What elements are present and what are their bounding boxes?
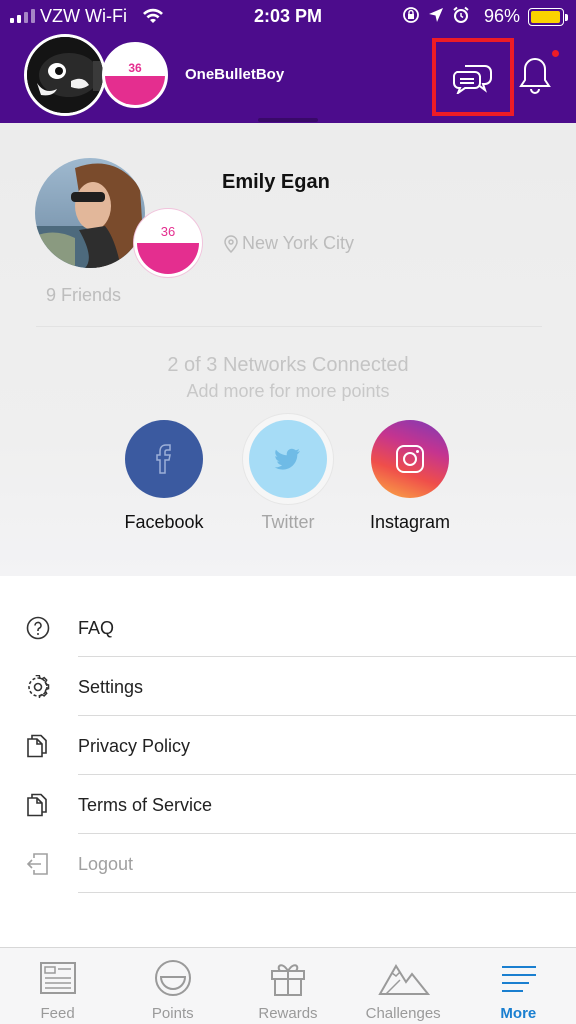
- network-facebook[interactable]: Facebook: [104, 420, 224, 533]
- menu-divider: [78, 892, 576, 893]
- menu-item-label: FAQ: [78, 618, 115, 638]
- tab-label: More: [500, 1005, 537, 1022]
- rotation-lock-icon: [403, 7, 419, 23]
- tab-label: Rewards: [258, 1005, 318, 1022]
- networks-subtitle: Add more for more points: [186, 381, 390, 401]
- network-instagram[interactable]: Instagram: [350, 420, 470, 533]
- menu-item-terms-of-service[interactable]: Terms of Service: [0, 775, 576, 834]
- header-level-number: 36: [128, 61, 142, 75]
- instagram-label: Instagram: [369, 512, 451, 532]
- chat-button[interactable]: [432, 38, 514, 116]
- gear-icon: [28, 675, 50, 699]
- menu-item-label: Privacy Policy: [78, 736, 191, 756]
- header-username[interactable]: OneBulletBoy: [185, 66, 284, 83]
- location-text: New York City: [242, 233, 355, 253]
- tab-feed[interactable]: Feed: [0, 948, 115, 1024]
- menu-item-label: Terms of Service: [78, 795, 213, 815]
- tab-label: Challenges: [365, 1005, 441, 1022]
- user-avatar[interactable]: [24, 34, 106, 116]
- question-circle-icon: [26, 616, 50, 640]
- twitter-button[interactable]: [249, 420, 327, 498]
- notification-dot: [552, 50, 559, 57]
- instagram-icon: [396, 445, 424, 473]
- facebook-icon: [156, 444, 171, 474]
- profile-level-badge: 36: [134, 209, 202, 277]
- tab-rewards[interactable]: Rewards: [230, 948, 345, 1024]
- profile-location: New York City: [224, 233, 354, 254]
- mountain-icon: [377, 964, 430, 995]
- tab-points[interactable]: Points: [115, 948, 230, 1024]
- logout-icon: [26, 853, 48, 875]
- instagram-button[interactable]: [371, 420, 449, 498]
- battery-percent: 96%: [484, 6, 521, 26]
- tab-label: Points: [151, 1005, 194, 1022]
- chat-bubbles-icon: [453, 65, 492, 94]
- bullet-character-icon: [27, 37, 103, 113]
- app-screen: VZW Wi-Fi 2:03 PM 96% 36 OneBulletBoy 36…: [0, 0, 576, 1024]
- profile-photo: [35, 158, 145, 268]
- network-twitter[interactable]: Twitter: [228, 420, 348, 533]
- menu-item-label: Settings: [78, 677, 144, 697]
- profile-avatar[interactable]: [35, 158, 145, 268]
- tab-more[interactable]: More: [461, 948, 576, 1024]
- top-header: VZW Wi-Fi 2:03 PM 96% 36 OneBulletBoy: [0, 0, 576, 123]
- points-icon: [155, 960, 192, 996]
- battery-icon: [528, 8, 568, 26]
- profile-card: 36 Emily Egan New York City 9 Friends 2 …: [0, 123, 576, 576]
- menu-item-privacy-policy[interactable]: Privacy Policy: [0, 716, 576, 775]
- profile-name: Emily Egan: [222, 171, 330, 193]
- header-level-badge: 36: [102, 42, 168, 108]
- friends-count[interactable]: 9 Friends: [46, 285, 121, 306]
- menu-item-logout[interactable]: Logout: [0, 834, 576, 893]
- profile-divider: [36, 326, 542, 327]
- tab-label: Feed: [40, 1005, 75, 1022]
- header-drag-handle: [258, 118, 318, 122]
- facebook-button[interactable]: [125, 420, 203, 498]
- document-icon: [27, 734, 47, 758]
- feed-icon: [40, 962, 76, 994]
- alarm-icon: [453, 6, 469, 23]
- menu-item-faq[interactable]: FAQ: [0, 598, 576, 657]
- tab-bar: Feed Points Rewards Challenges More: [0, 947, 576, 1024]
- twitter-icon: [274, 448, 300, 470]
- facebook-label: Facebook: [124, 512, 204, 532]
- location-pin-icon: [224, 234, 238, 253]
- profile-level-number: 36: [160, 224, 176, 239]
- gift-icon: [271, 964, 306, 996]
- notifications-button[interactable]: [518, 56, 552, 94]
- status-bar: VZW Wi-Fi 2:03 PM 96%: [0, 0, 576, 34]
- menu-item-settings[interactable]: Settings: [0, 657, 576, 716]
- more-menu: FAQ Settings Privacy Policy Terms of Ser…: [0, 598, 576, 893]
- document-icon: [27, 793, 47, 817]
- twitter-label: Twitter: [261, 512, 315, 532]
- menu-item-label: Logout: [78, 854, 134, 874]
- menu-lines-icon: [501, 966, 536, 992]
- status-icons: [402, 6, 470, 24]
- location-arrow-icon: [429, 8, 443, 22]
- networks-title: 2 of 3 Networks Connected: [167, 354, 409, 376]
- bell-icon: [519, 57, 551, 94]
- tab-challenges[interactable]: Challenges: [346, 948, 461, 1024]
